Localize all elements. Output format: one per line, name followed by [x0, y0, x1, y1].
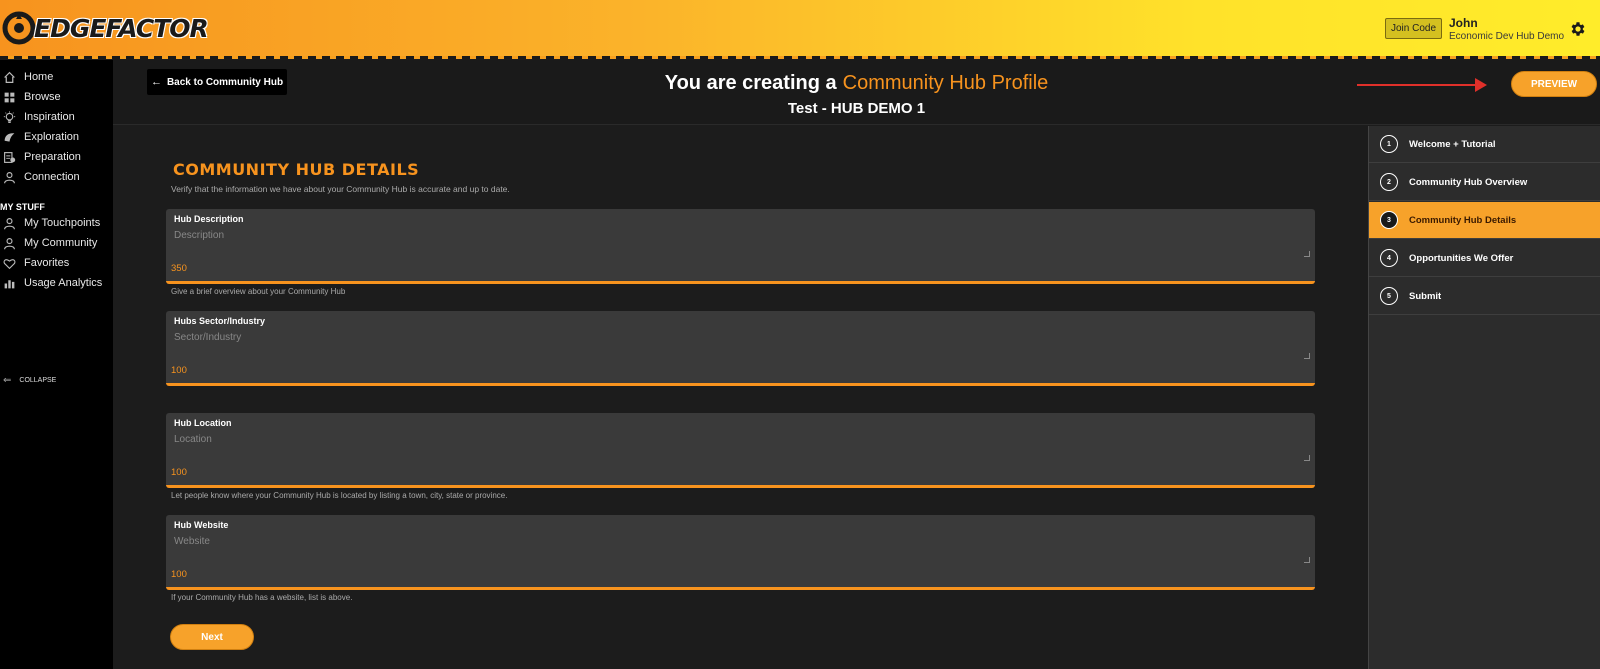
field-label: Hub Website — [174, 520, 229, 530]
gear-icon[interactable] — [1569, 20, 1587, 38]
main-area: ← Back to Community Hub You are creating… — [113, 60, 1600, 669]
sidebar-item-label: Browse — [24, 91, 61, 103]
step-number: 5 — [1380, 287, 1398, 305]
hub-location-field[interactable]: Hub Location Location 100 — [166, 413, 1315, 488]
field-placeholder[interactable]: Description — [174, 230, 224, 241]
compass-icon — [4, 132, 15, 142]
step-label: Welcome + Tutorial — [1409, 138, 1496, 150]
resize-handle-icon[interactable] — [1304, 353, 1310, 359]
next-button[interactable]: Next — [170, 624, 254, 650]
sidebar-item-inspiration[interactable]: Inspiration — [0, 107, 113, 127]
sidebar: Home Browse Inspiration Exploration Prep… — [0, 60, 113, 669]
sidebar-item-exploration[interactable]: Exploration — [0, 127, 113, 147]
field-hint: If your Community Hub has a website, lis… — [171, 593, 353, 602]
char-count: 100 — [171, 467, 187, 478]
collapse-button[interactable]: ⇐ COLLAPSE — [3, 375, 56, 386]
user-name[interactable]: John — [1449, 16, 1478, 30]
hub-website-field[interactable]: Hub Website Website 100 — [166, 515, 1315, 590]
step-number: 2 — [1380, 173, 1398, 191]
step-list: 1 Welcome + Tutorial 2 Community Hub Ove… — [1368, 126, 1600, 669]
user-org: Economic Dev Hub Demo — [1449, 31, 1565, 42]
field-hint: Let people know where your Community Hub… — [171, 491, 508, 500]
hub-sector-field[interactable]: Hubs Sector/Industry Sector/Industry 100 — [166, 311, 1315, 386]
sidebar-item-label: My Touchpoints — [24, 217, 101, 229]
top-bar: EDGEFACTOR Join Code John Economic Dev H… — [0, 0, 1600, 59]
user-icon — [4, 237, 15, 249]
page-subtitle: Test - HUB DEMO 1 — [787, 100, 926, 117]
sidebar-item-my-touchpoints[interactable]: My Touchpoints — [0, 213, 113, 233]
resize-handle-icon[interactable] — [1304, 455, 1310, 461]
sidebar-item-label: Preparation — [24, 151, 81, 163]
join-code-button[interactable]: Join Code — [1385, 18, 1442, 39]
annotation-arrow-line — [1357, 84, 1483, 86]
resize-handle-icon[interactable] — [1304, 557, 1310, 563]
sidebar-section-label: MY STUFF — [0, 202, 45, 212]
step-submit[interactable]: 5 Submit — [1369, 278, 1600, 315]
sidebar-item-usage-analytics[interactable]: Usage Analytics — [0, 273, 113, 293]
chart-icon — [4, 279, 15, 288]
title-prefix: You are creating a — [664, 72, 837, 94]
step-label: Opportunities We Offer — [1409, 252, 1514, 264]
field-label: Hub Description — [174, 214, 244, 224]
sidebar-item-label: Exploration — [24, 131, 80, 143]
step-number: 1 — [1380, 135, 1398, 153]
sidebar-item-home[interactable]: Home — [0, 67, 113, 87]
arrow-left-icon: ⇐ — [3, 375, 12, 386]
logo-text: EDGEFACTOR — [34, 13, 209, 43]
step-number: 3 — [1380, 211, 1398, 229]
collapse-label: COLLAPSE — [19, 377, 57, 384]
step-community-hub-overview[interactable]: 2 Community Hub Overview — [1369, 164, 1600, 201]
home-icon — [4, 71, 15, 83]
people-icon — [4, 171, 15, 183]
sidebar-item-label: My Community — [24, 237, 98, 249]
sidebar-item-favorites[interactable]: Favorites — [0, 253, 113, 273]
field-label: Hub Location — [174, 418, 232, 428]
sidebar-item-browse[interactable]: Browse — [0, 87, 113, 107]
section-description: Verify that the information we have abou… — [171, 184, 510, 194]
step-number: 4 — [1380, 249, 1398, 267]
step-label: Submit — [1409, 290, 1442, 302]
edgefactor-logo[interactable]: EDGEFACTOR — [2, 10, 209, 46]
step-label: Community Hub Overview — [1409, 176, 1528, 188]
step-community-hub-details[interactable]: 3 Community Hub Details — [1369, 202, 1600, 239]
sidebar-item-label: Connection — [24, 171, 80, 183]
field-placeholder[interactable]: Website — [174, 536, 210, 547]
section-title: COMMUNITY HUB DETAILS — [173, 160, 420, 179]
char-count: 350 — [171, 263, 187, 274]
char-count: 100 — [171, 569, 187, 580]
page-header: ← Back to Community Hub You are creating… — [113, 60, 1600, 125]
form-content: COMMUNITY HUB DETAILS Verify that the in… — [113, 126, 1396, 669]
field-label: Hubs Sector/Industry — [174, 316, 266, 326]
grid-icon — [4, 92, 15, 102]
sidebar-item-label: Home — [24, 71, 54, 83]
step-welcome-tutorial[interactable]: 1 Welcome + Tutorial — [1369, 126, 1600, 163]
step-label: Community Hub Details — [1409, 214, 1517, 226]
field-hint: Give a brief overview about your Communi… — [171, 287, 346, 296]
logo-icon — [2, 11, 36, 45]
preview-button[interactable]: PREVIEW — [1511, 71, 1597, 97]
resize-handle-icon[interactable] — [1304, 251, 1310, 257]
sidebar-item-preparation[interactable]: Preparation — [0, 147, 113, 167]
sidebar-item-connection[interactable]: Connection — [0, 167, 113, 187]
char-count: 100 — [171, 365, 187, 376]
heart-icon — [3, 258, 16, 269]
step-opportunities-we-offer[interactable]: 4 Opportunities We Offer — [1369, 240, 1600, 277]
field-placeholder[interactable]: Sector/Industry — [174, 332, 241, 343]
lightbulb-icon — [3, 110, 16, 123]
sidebar-item-my-community[interactable]: My Community — [0, 233, 113, 253]
title-highlight: Community Hub Profile — [842, 72, 1049, 94]
sidebar-item-label: Favorites — [24, 257, 70, 269]
annotation-arrow-icon — [1475, 78, 1487, 92]
sidebar-item-label: Inspiration — [24, 111, 75, 123]
hub-description-field[interactable]: Hub Description Description 350 — [166, 209, 1315, 284]
user-icon — [4, 217, 15, 229]
clipboard-icon — [4, 151, 16, 163]
sidebar-item-label: Usage Analytics — [24, 277, 103, 289]
field-placeholder[interactable]: Location — [174, 434, 212, 445]
